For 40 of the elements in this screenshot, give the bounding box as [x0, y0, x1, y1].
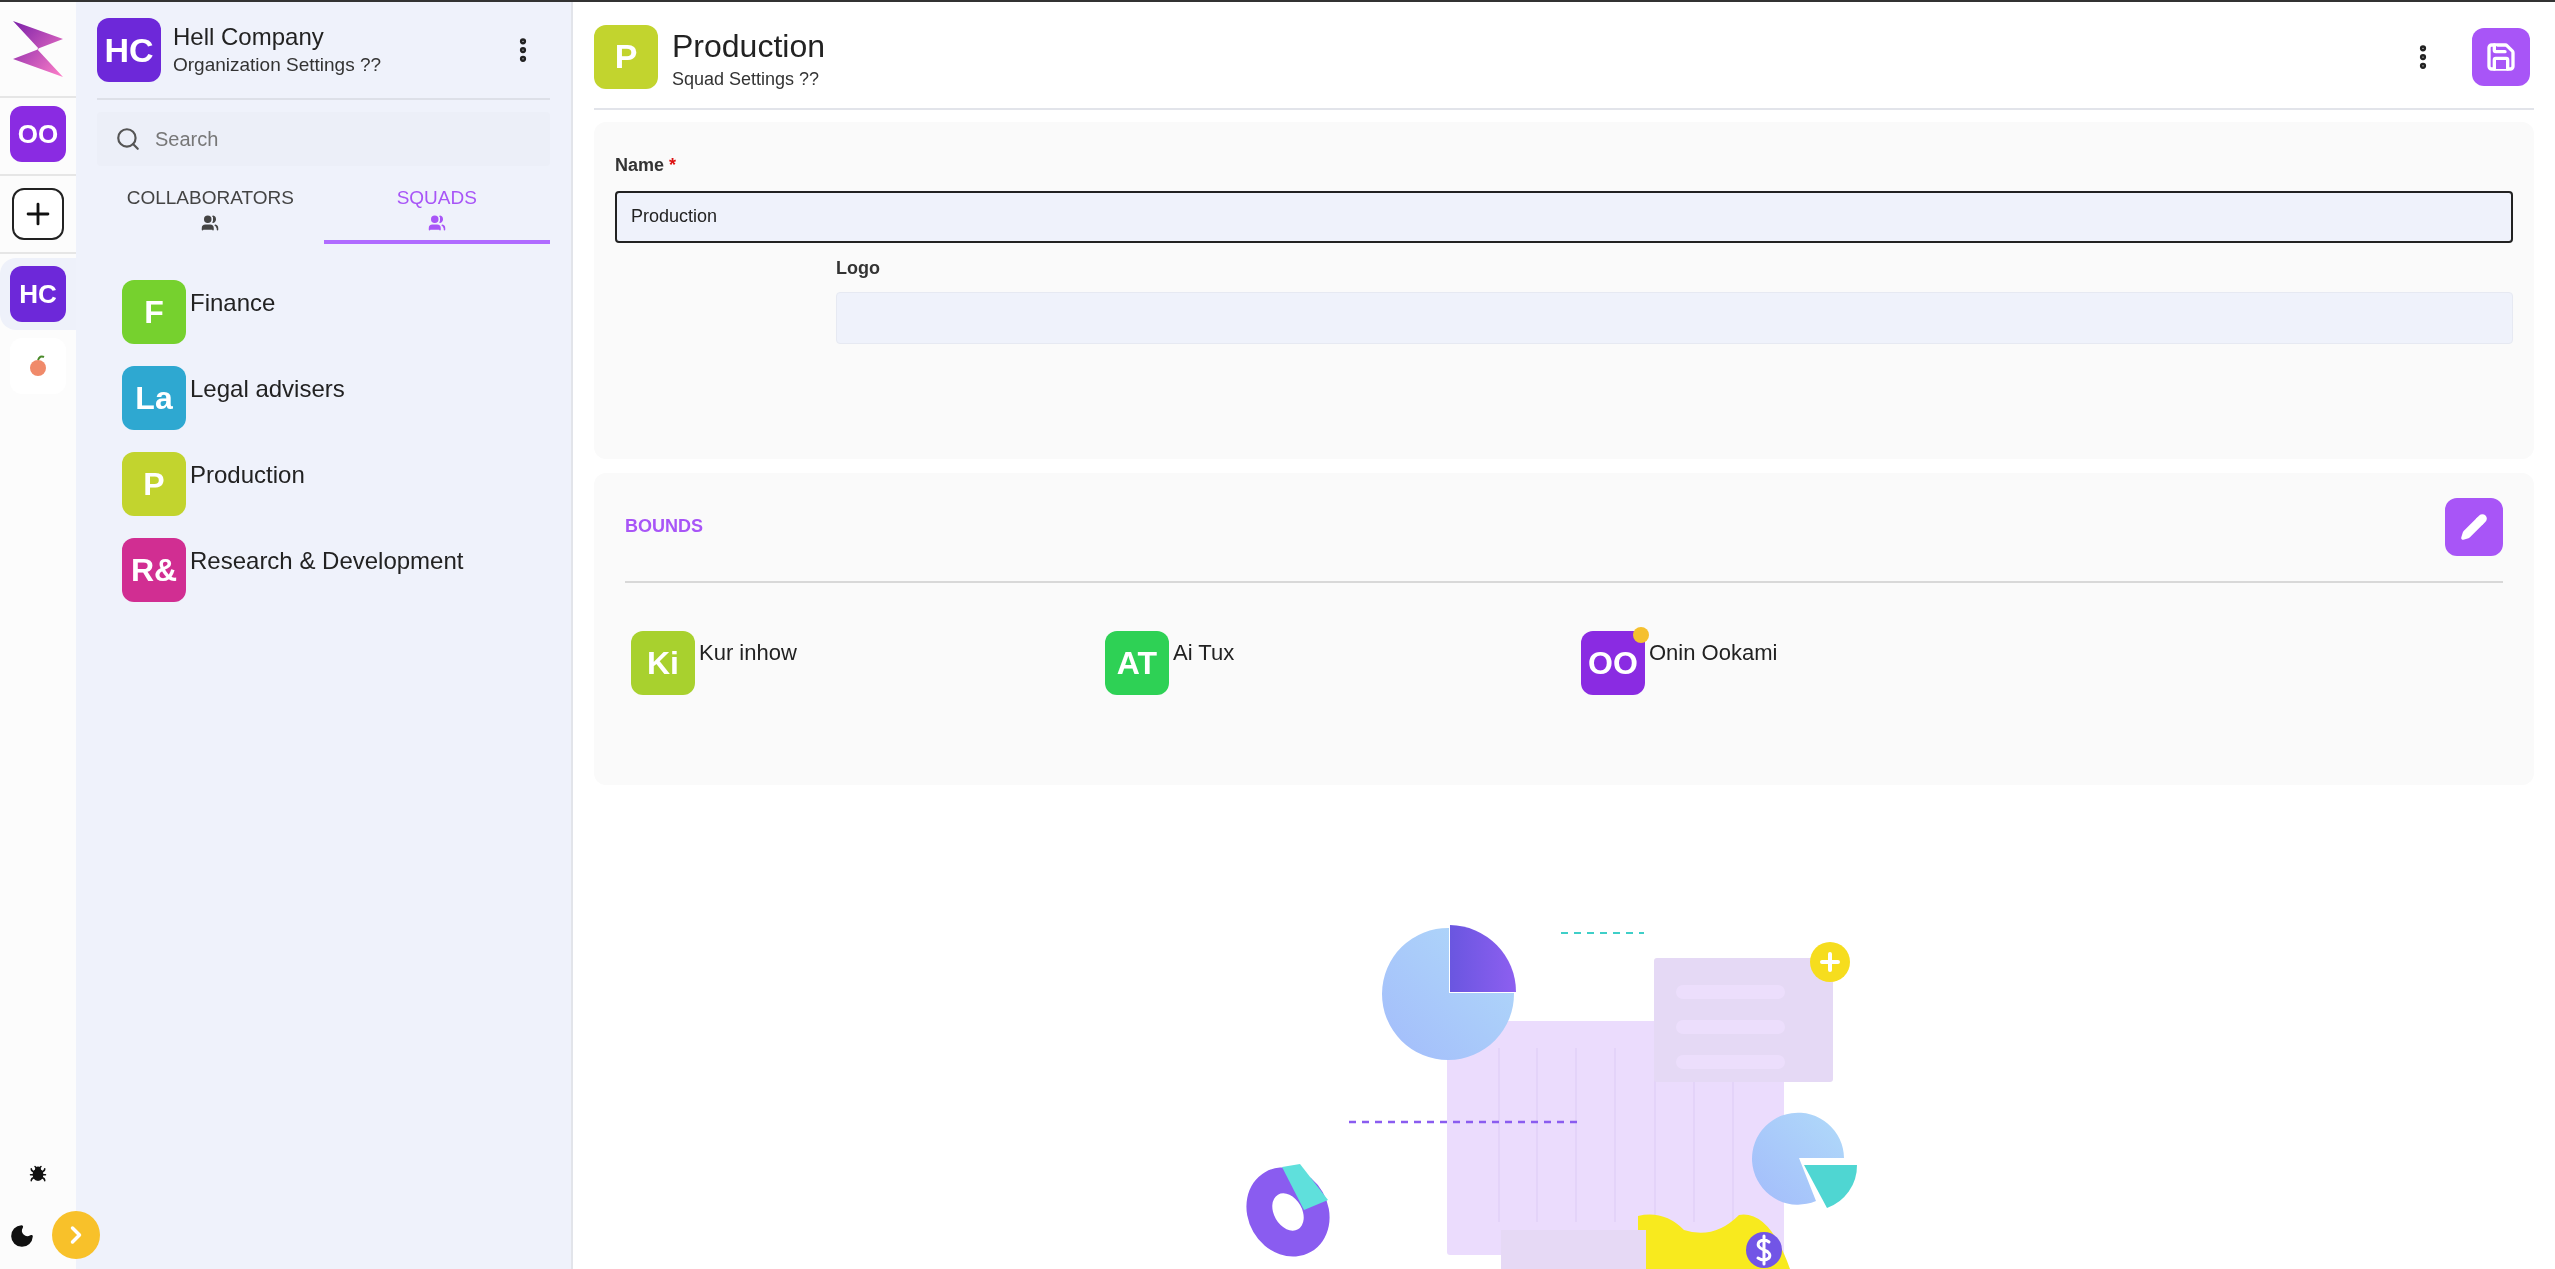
organization-avatar: HC: [97, 18, 161, 82]
member-avatar: AT: [1105, 630, 1169, 695]
squad-list-item[interactable]: R& Research & Development: [122, 538, 550, 602]
squad-subtitle: Squad Settings ??: [672, 67, 821, 91]
squad-avatar: P: [122, 452, 186, 516]
member-item[interactable]: Ki Kur inhow: [631, 630, 1105, 695]
squad-list-item[interactable]: La Legal advisers: [122, 366, 550, 430]
squad-avatar: P: [594, 24, 658, 89]
users-icon: [201, 214, 220, 232]
squad-title: Production: [672, 27, 826, 64]
workspace-avatar[interactable]: HC: [10, 266, 66, 322]
tab[interactable]: SQUADS: [323, 176, 550, 244]
users-icon: [427, 214, 446, 232]
field-label: Name *: [615, 153, 678, 177]
organization-name: Hell Company: [173, 22, 325, 52]
tab[interactable]: COLLABORATORS: [97, 176, 324, 244]
squad-avatar: La: [122, 366, 186, 430]
app-logo-icon: [11, 19, 65, 79]
field-label: Logo: [836, 256, 881, 280]
pencil-icon: [2460, 512, 2488, 541]
squad-avatar: F: [122, 280, 186, 344]
member-item[interactable]: OO Onin Ookami: [1581, 630, 2503, 695]
selected-workspace-row[interactable]: HC: [0, 258, 76, 330]
bug-icon[interactable]: [29, 1165, 47, 1183]
member-item[interactable]: AT Ai Tux: [1105, 630, 1581, 695]
squad-avatar: R&: [122, 538, 186, 602]
save-icon: [2485, 40, 2517, 73]
section-title: BOUNDS: [625, 515, 703, 539]
dark-mode-icon[interactable]: [9, 1223, 35, 1249]
name-input-field[interactable]: Production: [615, 190, 2513, 243]
squad-list-item[interactable]: F Finance: [122, 280, 550, 344]
save-button[interactable]: [2472, 27, 2530, 86]
workspace-avatar[interactable]: OO: [10, 106, 66, 162]
member-avatar: Ki: [631, 630, 695, 695]
member-avatar: OO: [1581, 630, 1645, 695]
edit-button[interactable]: [2445, 497, 2503, 556]
add-workspace-button[interactable]: [12, 188, 64, 240]
search-icon: [115, 126, 141, 152]
organization-subtitle: Organization Settings ??: [173, 53, 383, 77]
squad-list-item[interactable]: P Production: [122, 452, 550, 516]
